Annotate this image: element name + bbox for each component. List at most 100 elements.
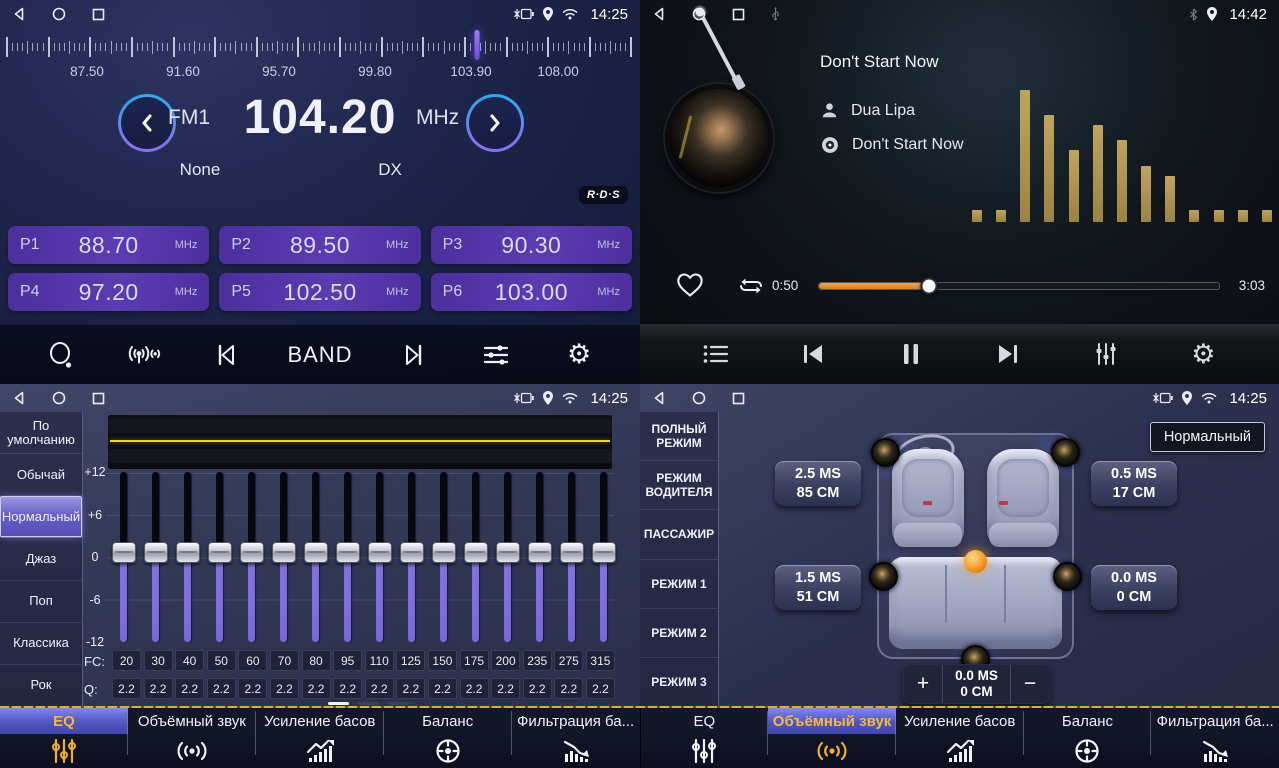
fc-value[interactable]: 40: [175, 650, 204, 671]
delay-increase-button[interactable]: +: [904, 665, 943, 703]
slider-thumb[interactable]: [240, 542, 264, 563]
eq-band-slider[interactable]: [112, 472, 134, 642]
eq-band-slider[interactable]: [176, 472, 198, 642]
tab-balance[interactable]: Баланс: [1024, 708, 1152, 768]
previous-track-button[interactable]: [791, 342, 835, 366]
listening-mode-item[interactable]: РЕЖИМ ВОДИТЕЛЯ: [640, 461, 718, 510]
slider-thumb[interactable]: [464, 542, 488, 563]
fc-value[interactable]: 70: [270, 650, 299, 671]
tab-bass-boost[interactable]: Усиление басов: [256, 708, 384, 768]
seek-thumb[interactable]: [921, 278, 938, 295]
band-button[interactable]: BAND: [287, 342, 352, 368]
slider-thumb[interactable]: [176, 542, 200, 563]
tab-surround[interactable]: Объёмный звук: [768, 708, 896, 768]
listening-mode-item[interactable]: ПАССАЖИР: [640, 510, 718, 559]
q-value[interactable]: 2.2: [365, 678, 394, 699]
fc-value[interactable]: 30: [144, 650, 173, 671]
recents-button[interactable]: [732, 392, 745, 405]
eq-band-slider[interactable]: [272, 472, 294, 642]
listening-mode-item[interactable]: ПОЛНЫЙ РЕЖИМ: [640, 412, 718, 461]
eq-band-slider[interactable]: [400, 472, 422, 642]
back-button[interactable]: [652, 7, 666, 21]
fc-value[interactable]: 80: [302, 650, 331, 671]
slider-thumb[interactable]: [272, 542, 296, 563]
recents-button[interactable]: [92, 8, 105, 21]
q-value[interactable]: 2.2: [428, 678, 457, 699]
slider-thumb[interactable]: [112, 542, 136, 563]
q-value[interactable]: 2.2: [302, 678, 331, 699]
eq-preset-item[interactable]: Обычай: [0, 454, 82, 496]
delay-decrease-button[interactable]: −: [1010, 665, 1049, 703]
back-button[interactable]: [12, 7, 26, 21]
equalizer-button[interactable]: [1084, 341, 1128, 367]
home-button[interactable]: [52, 7, 66, 21]
fc-value[interactable]: 60: [238, 650, 267, 671]
radio-preset-button[interactable]: P3 90.30 MHz: [431, 226, 632, 264]
slider-thumb[interactable]: [336, 542, 360, 563]
fc-value[interactable]: 150: [428, 650, 457, 671]
back-button[interactable]: [12, 391, 26, 405]
slider-thumb[interactable]: [592, 542, 616, 563]
listening-mode-item[interactable]: РЕЖИМ 2: [640, 609, 718, 658]
q-value[interactable]: 2.2: [270, 678, 299, 699]
q-value[interactable]: 2.2: [586, 678, 615, 699]
listening-position-dot[interactable]: [964, 550, 987, 573]
seek-bar[interactable]: [818, 282, 1220, 290]
fc-value[interactable]: 50: [207, 650, 236, 671]
next-track-button[interactable]: [986, 342, 1030, 366]
fc-value[interactable]: 175: [460, 650, 489, 671]
slider-thumb[interactable]: [144, 542, 168, 563]
sound-preset-button[interactable]: Нормальный: [1150, 422, 1265, 452]
delay-front-right[interactable]: 0.5 MS 17 CM: [1091, 461, 1177, 506]
playlist-button[interactable]: [694, 342, 738, 366]
repeat-button[interactable]: [736, 274, 766, 298]
tab-eq[interactable]: EQ: [0, 708, 128, 768]
q-value[interactable]: 2.2: [175, 678, 204, 699]
radio-preset-button[interactable]: P1 88.70 MHz: [8, 226, 209, 264]
tab-bass-boost[interactable]: Усиление басов: [896, 708, 1024, 768]
tab-filter[interactable]: Фильтрация ба...: [1151, 708, 1279, 768]
listening-mode-item[interactable]: РЕЖИМ 1: [640, 560, 718, 609]
eq-preset-item[interactable]: Рок: [0, 665, 82, 706]
eq-band-slider[interactable]: [496, 472, 518, 642]
fc-value[interactable]: 200: [491, 650, 520, 671]
slider-thumb[interactable]: [560, 542, 584, 563]
q-value[interactable]: 2.2: [523, 678, 552, 699]
q-value[interactable]: 2.2: [333, 678, 362, 699]
home-button[interactable]: [692, 391, 706, 405]
fc-value[interactable]: 235: [523, 650, 552, 671]
fc-value[interactable]: 95: [333, 650, 362, 671]
q-value[interactable]: 2.2: [238, 678, 267, 699]
fc-value[interactable]: 315: [586, 650, 615, 671]
radio-preset-button[interactable]: P5 102.50 MHz: [219, 273, 420, 311]
q-value[interactable]: 2.2: [396, 678, 425, 699]
slider-thumb[interactable]: [400, 542, 424, 563]
q-value[interactable]: 2.2: [112, 678, 141, 699]
delay-rear-left[interactable]: 1.5 MS 51 CM: [775, 565, 861, 610]
eq-band-slider[interactable]: [208, 472, 230, 642]
q-value[interactable]: 2.2: [460, 678, 489, 699]
radio-preset-button[interactable]: P6 103.00 MHz: [431, 273, 632, 311]
eq-band-slider[interactable]: [368, 472, 390, 642]
fc-value[interactable]: 275: [554, 650, 583, 671]
eq-band-slider[interactable]: [336, 472, 358, 642]
q-value[interactable]: 2.2: [144, 678, 173, 699]
fc-value[interactable]: 125: [396, 650, 425, 671]
eq-band-slider[interactable]: [592, 472, 614, 642]
fc-value[interactable]: 20: [112, 650, 141, 671]
slider-thumb[interactable]: [368, 542, 392, 563]
tab-balance[interactable]: Баланс: [384, 708, 512, 768]
slider-thumb[interactable]: [496, 542, 520, 563]
eq-preset-item[interactable]: Нормальный: [0, 496, 82, 538]
eq-band-slider[interactable]: [304, 472, 326, 642]
favorite-button[interactable]: [676, 272, 704, 298]
settings-gear-button[interactable]: ⚙: [557, 341, 601, 368]
home-button[interactable]: [692, 7, 706, 21]
previous-station-button[interactable]: [205, 342, 249, 368]
frequency-scale[interactable]: 87.5091.60 95.7099.80 103.90108.00: [0, 30, 640, 82]
slider-thumb[interactable]: [208, 542, 232, 563]
eq-preset-item[interactable]: Поп: [0, 581, 82, 623]
settings-gear-button[interactable]: ⚙: [1181, 341, 1225, 368]
scan-button[interactable]: [39, 341, 83, 369]
next-station-button[interactable]: [391, 342, 435, 368]
